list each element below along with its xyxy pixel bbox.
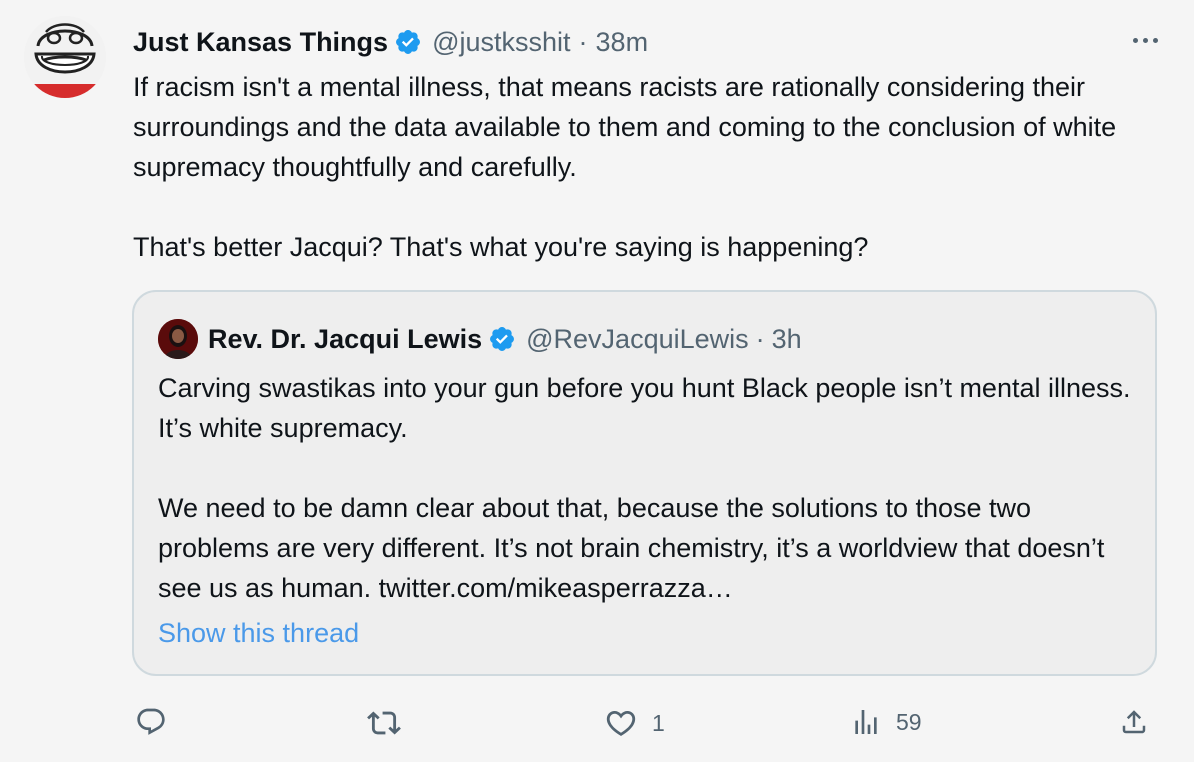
retweet-button[interactable] bbox=[367, 706, 401, 740]
author-handle[interactable]: @justksshit bbox=[432, 27, 570, 58]
views-count: 59 bbox=[896, 708, 922, 735]
views-button[interactable]: 59 bbox=[850, 706, 922, 738]
quoted-paragraph: We need to be damn clear about that, bec… bbox=[158, 493, 1105, 603]
quoted-tweet[interactable]: Rev. Dr. Jacqui Lewis @RevJacquiLewis · … bbox=[132, 290, 1157, 676]
quoted-paragraph: Carving swastikas into your gun before y… bbox=[158, 373, 1131, 443]
action-bar: 1 59 bbox=[0, 700, 1194, 746]
verified-badge-icon bbox=[394, 28, 422, 56]
verified-badge-icon bbox=[488, 325, 516, 353]
like-count: 1 bbox=[652, 709, 665, 736]
person-portrait-icon bbox=[158, 319, 198, 359]
quoted-timestamp[interactable]: 3h bbox=[772, 324, 802, 355]
separator-dot: · bbox=[755, 323, 765, 354]
share-button[interactable] bbox=[1119, 706, 1149, 738]
tweet-paragraph: If racism isn't a mental illness, that m… bbox=[133, 72, 1117, 182]
tweet-text: If racism isn't a mental illness, that m… bbox=[133, 67, 1173, 267]
quoted-tweet-text: Carving swastikas into your gun before y… bbox=[158, 368, 1138, 608]
quoted-avatar bbox=[158, 319, 198, 359]
separator-dot: · bbox=[578, 26, 588, 57]
quoted-tweet-header: Rev. Dr. Jacqui Lewis @RevJacquiLewis · … bbox=[158, 318, 802, 360]
more-options-icon[interactable] bbox=[1133, 38, 1158, 43]
tweet-header: Just Kansas Things @justksshit · 38m bbox=[133, 24, 648, 60]
reply-icon bbox=[137, 708, 165, 735]
author-name[interactable]: Just Kansas Things bbox=[133, 27, 388, 58]
retweet-icon bbox=[367, 711, 401, 735]
cartoon-face-icon bbox=[24, 16, 106, 98]
share-icon bbox=[1122, 710, 1146, 734]
heart-icon bbox=[606, 710, 636, 736]
show-thread-link[interactable]: Show this thread bbox=[158, 615, 359, 651]
views-icon bbox=[855, 710, 877, 734]
quoted-author-name[interactable]: Rev. Dr. Jacqui Lewis bbox=[208, 324, 482, 355]
reply-button[interactable] bbox=[135, 706, 167, 738]
quoted-author-handle[interactable]: @RevJacquiLewis bbox=[526, 324, 749, 355]
tweet-paragraph: That's better Jacqui? That's what you're… bbox=[133, 232, 869, 262]
timestamp[interactable]: 38m bbox=[596, 27, 649, 58]
like-button[interactable]: 1 bbox=[604, 706, 665, 740]
avatar[interactable] bbox=[24, 16, 106, 98]
